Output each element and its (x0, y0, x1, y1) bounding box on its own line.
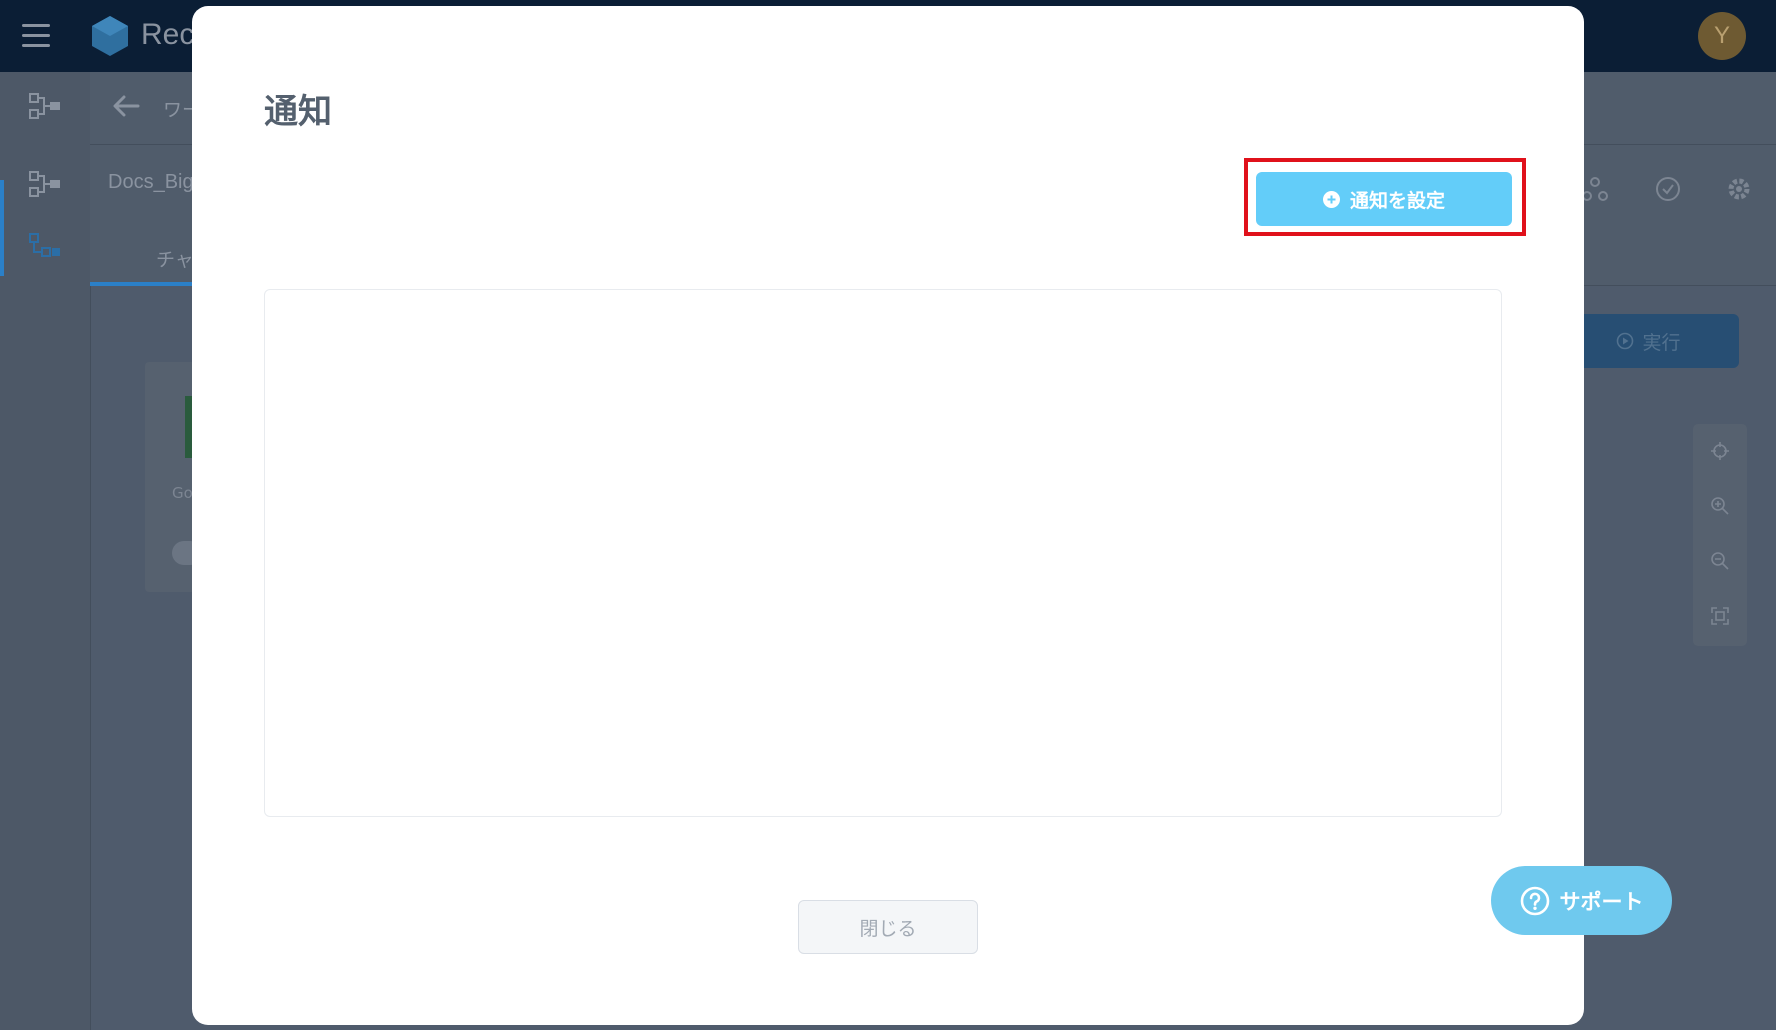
support-label: サポート (1559, 889, 1644, 914)
tab-chart[interactable]: チャ (156, 245, 194, 272)
run-button-label: 実行 (1642, 331, 1681, 354)
flow-icon[interactable] (28, 170, 62, 198)
zoom-out-icon[interactable] (1709, 550, 1731, 572)
notification-list (264, 289, 1502, 817)
active-tab-indicator (90, 282, 200, 286)
node-label: Go (172, 484, 193, 502)
support-button[interactable]: サポート (1491, 866, 1672, 935)
workflow-name: Docs_Big (108, 171, 194, 193)
run-button[interactable]: 実行 (1558, 314, 1739, 368)
clock-icon[interactable] (1653, 174, 1683, 204)
gear-icon[interactable] (1724, 174, 1754, 204)
close-button[interactable]: 閉じる (798, 900, 978, 954)
rail-active-indicator (0, 180, 4, 276)
set-notification-label: 通知を設定 (1349, 189, 1445, 212)
play-circle-icon (1617, 332, 1634, 350)
hamburger-menu-icon[interactable] (22, 24, 50, 48)
left-rail (0, 72, 91, 1030)
fit-screen-icon[interactable] (1709, 605, 1731, 627)
set-notification-button[interactable]: 通知を設定 (1256, 172, 1512, 226)
app-name: Rec (141, 18, 195, 51)
logo-icon (92, 16, 128, 56)
plus-circle-icon (1322, 190, 1340, 208)
modal-title: 通知 (264, 92, 332, 132)
webhook-icon[interactable] (1580, 174, 1610, 204)
workflow-icon[interactable] (28, 92, 62, 120)
help-circle-icon (1520, 886, 1549, 915)
crosshair-icon[interactable] (1709, 440, 1731, 462)
user-avatar[interactable]: Y (1698, 12, 1746, 60)
zoom-in-icon[interactable] (1709, 495, 1731, 517)
workflow-list-icon[interactable] (28, 232, 62, 260)
back-arrow-icon[interactable] (110, 90, 142, 122)
